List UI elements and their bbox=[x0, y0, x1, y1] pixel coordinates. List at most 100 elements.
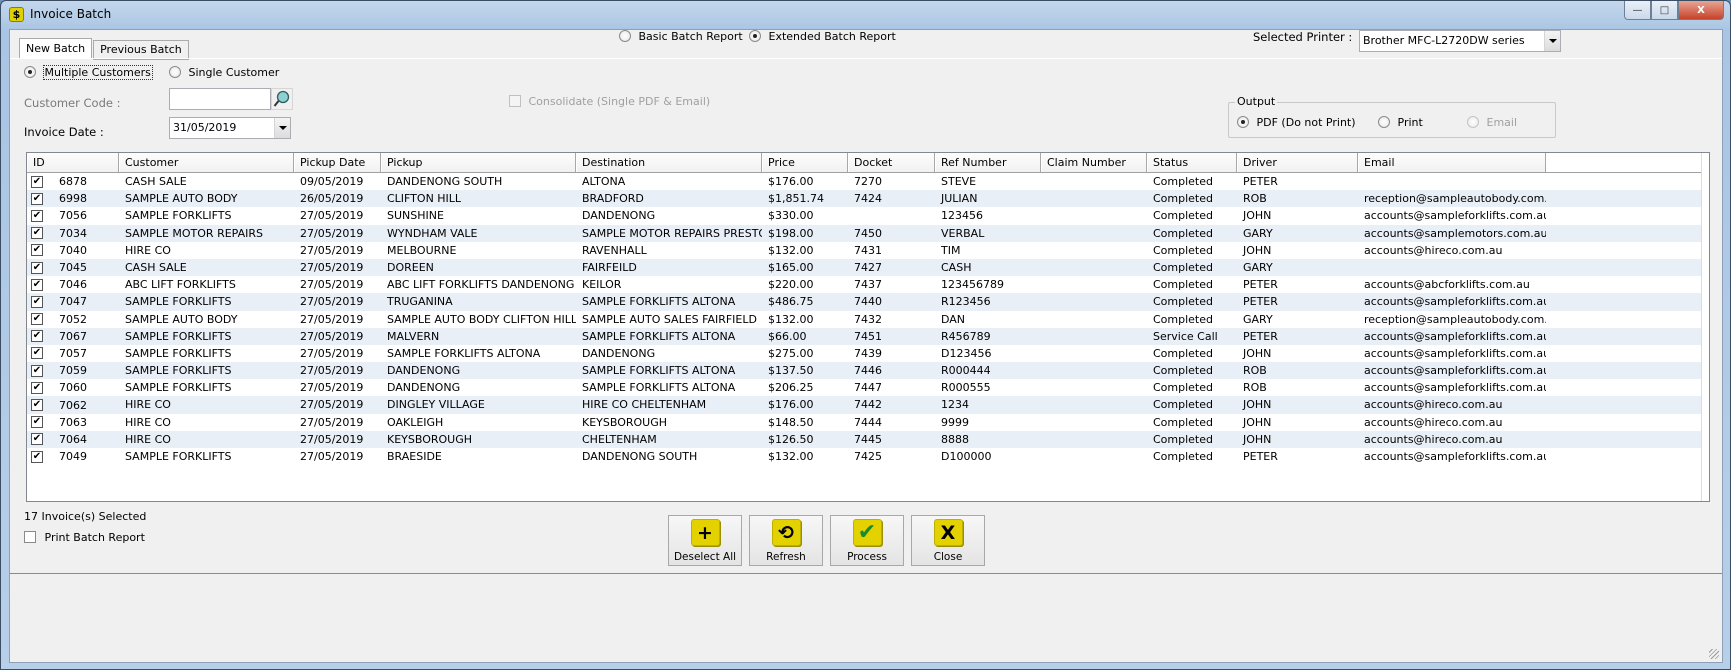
customer-code-input[interactable] bbox=[169, 88, 271, 110]
cell-customer: CASH SALE bbox=[125, 175, 187, 188]
radio-extended-batch-report[interactable]: Extended Batch Report bbox=[749, 30, 896, 43]
table-row[interactable]: ✔ 7067 SAMPLE FORKLIFTS 27/05/2019 MALVERN SA… bbox=[27, 327, 1709, 345]
radio-multiple-customers[interactable]: Multiple Customers bbox=[24, 65, 153, 80]
table-row[interactable]: ✔ 7062 HIRE CO 27/05/2019 DINGLEY VILLAGE HIR… bbox=[27, 396, 1709, 414]
table-row[interactable]: ✔ 7052 SAMPLE AUTO BODY 27/05/2019 SAMPLE AU… bbox=[27, 311, 1709, 328]
row-checkbox[interactable]: ✔ bbox=[31, 450, 43, 463]
table-row[interactable]: ✔ 7040 HIRE CO 27/05/2019 MELBOURNE RAVENHALL… bbox=[27, 242, 1709, 259]
column-header-pickup-date[interactable]: Pickup Date bbox=[294, 153, 381, 172]
printer-value: Brother MFC-L2720DW series bbox=[1363, 34, 1525, 47]
resize-grip-icon[interactable] bbox=[1709, 649, 1719, 659]
tab-new-batch[interactable]: New Batch bbox=[19, 38, 93, 58]
table-row[interactable]: ✔ 7063 HIRE CO 27/05/2019 OAKLEIGH KEYSBOROUG… bbox=[27, 414, 1709, 431]
chevron-down-icon[interactable] bbox=[274, 118, 290, 138]
cell-driver: JOHN bbox=[1243, 415, 1272, 429]
cell-pickup-date: 27/05/2019 bbox=[300, 295, 364, 309]
row-checkbox[interactable]: ✔ bbox=[31, 227, 43, 240]
title-bar[interactable]: $ Invoice Batch — □ X bbox=[1, 1, 1730, 29]
print-batch-report-checkbox[interactable]: Print Batch Report bbox=[24, 531, 145, 544]
column-header-price[interactable]: Price bbox=[762, 153, 848, 172]
radio-output-email[interactable]: Email bbox=[1467, 116, 1517, 129]
radio-output-pdf[interactable]: PDF (Do not Print) bbox=[1237, 116, 1356, 129]
row-checkbox[interactable]: ✔ bbox=[31, 192, 43, 205]
table-row[interactable]: ✔ 6878 CASH SALE 09/05/2019 DANDENONG SOUTH A… bbox=[27, 173, 1709, 190]
refresh-button[interactable]: ⟲ Refresh bbox=[749, 515, 823, 566]
column-header-pickup[interactable]: Pickup bbox=[381, 153, 576, 172]
cell-ref-number: 8888 bbox=[941, 432, 969, 446]
row-checkbox[interactable]: ✔ bbox=[31, 313, 43, 326]
table-row[interactable]: ✔ 6998 SAMPLE AUTO BODY 26/05/2019 CLIFTON H… bbox=[27, 190, 1709, 208]
printer-dropdown[interactable]: Brother MFC-L2720DW series bbox=[1359, 30, 1561, 52]
tab-previous-batch[interactable]: Previous Batch bbox=[93, 40, 189, 60]
radio-label: Print bbox=[1397, 116, 1423, 129]
cell-email: accounts@sampleforklifts.com.au bbox=[1364, 295, 1546, 309]
cell-driver: GARY bbox=[1243, 312, 1273, 326]
row-checkbox[interactable]: ✔ bbox=[31, 209, 43, 222]
row-checkbox[interactable]: ✔ bbox=[31, 347, 43, 360]
cell-driver: PETER bbox=[1243, 295, 1278, 309]
radio-single-customer[interactable]: Single Customer bbox=[169, 66, 279, 79]
invoice-date-picker[interactable]: 31/05/2019 bbox=[169, 117, 291, 139]
chevron-down-icon[interactable] bbox=[1544, 31, 1560, 51]
cell-docket: 7425 bbox=[854, 450, 882, 463]
customer-search-button[interactable] bbox=[271, 88, 293, 110]
radio-output-print[interactable]: Print bbox=[1378, 116, 1423, 129]
process-button[interactable]: ✔ Process bbox=[830, 515, 904, 566]
cell-destination: KEILOR bbox=[582, 278, 622, 292]
row-checkbox[interactable]: ✔ bbox=[31, 330, 43, 343]
id-value: 7062 bbox=[59, 398, 87, 412]
column-header-status[interactable]: Status bbox=[1147, 153, 1237, 172]
radio-basic-batch-report[interactable]: Basic Batch Report bbox=[619, 30, 743, 43]
invoice-date-value: 31/05/2019 bbox=[173, 121, 237, 134]
row-checkbox[interactable]: ✔ bbox=[31, 364, 43, 377]
cell-pickup-date: 27/05/2019 bbox=[300, 329, 364, 343]
row-checkbox[interactable]: ✔ bbox=[31, 295, 43, 308]
table-row[interactable]: ✔ 7057 SAMPLE FORKLIFTS 27/05/2019 SAMPLE FO… bbox=[27, 345, 1709, 362]
cell-customer: SAMPLE FORKLIFTS bbox=[125, 450, 232, 463]
radio-icon bbox=[1237, 116, 1249, 128]
cell-pickup: MALVERN bbox=[387, 329, 440, 343]
row-checkbox[interactable]: ✔ bbox=[31, 244, 43, 257]
column-header-claim-number[interactable]: Claim Number bbox=[1041, 153, 1147, 172]
table-row[interactable]: ✔ 7060 SAMPLE FORKLIFTS 27/05/2019 DANDENONG… bbox=[27, 379, 1709, 396]
id-value: 6878 bbox=[59, 175, 87, 189]
column-header-destination[interactable]: Destination bbox=[576, 153, 762, 172]
column-header-ref-number[interactable]: Ref Number bbox=[935, 153, 1041, 172]
row-checkbox[interactable]: ✔ bbox=[31, 399, 43, 412]
table-row[interactable]: ✔ 7059 SAMPLE FORKLIFTS 27/05/2019 DANDENONG… bbox=[27, 362, 1709, 380]
column-header-customer[interactable]: Customer bbox=[119, 153, 294, 172]
row-checkbox[interactable]: ✔ bbox=[31, 433, 43, 446]
row-checkbox[interactable]: ✔ bbox=[31, 261, 43, 274]
table-row[interactable]: ✔ 7056 SAMPLE FORKLIFTS 27/05/2019 SUNSHINE D… bbox=[27, 207, 1709, 224]
id-value: 7040 bbox=[59, 243, 87, 257]
cell-status: Completed bbox=[1153, 398, 1213, 412]
minimize-button[interactable]: — bbox=[1624, 1, 1651, 20]
row-checkbox[interactable]: ✔ bbox=[31, 175, 43, 188]
id-value: 7064 bbox=[59, 432, 87, 446]
button-label: Refresh bbox=[766, 551, 806, 563]
table-row[interactable]: ✔ 7034 SAMPLE MOTOR REPAIRS 27/05/2019 WYNDH… bbox=[27, 224, 1709, 242]
table-row[interactable]: ✔ 7046 ABC LIFT FORKLIFTS 27/05/2019 ABC LIF… bbox=[27, 276, 1709, 293]
close-button[interactable]: X Close bbox=[911, 515, 985, 566]
row-checkbox[interactable]: ✔ bbox=[31, 416, 43, 429]
column-header-id[interactable]: ID bbox=[27, 153, 119, 172]
cell-pickup-date: 27/05/2019 bbox=[300, 398, 364, 412]
plus-icon: + bbox=[690, 519, 720, 546]
cell-pickup: DANDENONG bbox=[387, 364, 461, 378]
row-checkbox[interactable]: ✔ bbox=[31, 278, 43, 291]
table-row[interactable]: ✔ 7049 SAMPLE FORKLIFTS 27/05/2019 BRAESIDE D… bbox=[27, 448, 1709, 465]
cell-customer: SAMPLE FORKLIFTS bbox=[125, 364, 232, 378]
table-row[interactable]: ✔ 7047 SAMPLE FORKLIFTS 27/05/2019 TRUGANINA… bbox=[27, 293, 1709, 311]
maximize-button[interactable]: □ bbox=[1651, 1, 1678, 20]
column-header-docket[interactable]: Docket bbox=[848, 153, 935, 172]
window-close-button[interactable]: X bbox=[1678, 1, 1724, 20]
cell-pickup-date: 27/05/2019 bbox=[300, 381, 364, 395]
consolidate-checkbox[interactable]: Consolidate (Single PDF & Email) bbox=[509, 95, 710, 108]
table-row[interactable]: ✔ 7064 HIRE CO 27/05/2019 KEYSBOROUGH CHELTEN… bbox=[27, 430, 1709, 448]
row-checkbox[interactable]: ✔ bbox=[31, 381, 43, 394]
cell-email bbox=[1358, 259, 1546, 276]
deselect-all-button[interactable]: + Deselect All bbox=[668, 515, 742, 566]
table-row[interactable]: ✔ 7045 CASH SALE 27/05/2019 DOREEN FAIRFEILD $… bbox=[27, 258, 1709, 277]
column-header-driver[interactable]: Driver bbox=[1237, 153, 1358, 172]
column-header-email[interactable]: Email bbox=[1358, 153, 1546, 172]
